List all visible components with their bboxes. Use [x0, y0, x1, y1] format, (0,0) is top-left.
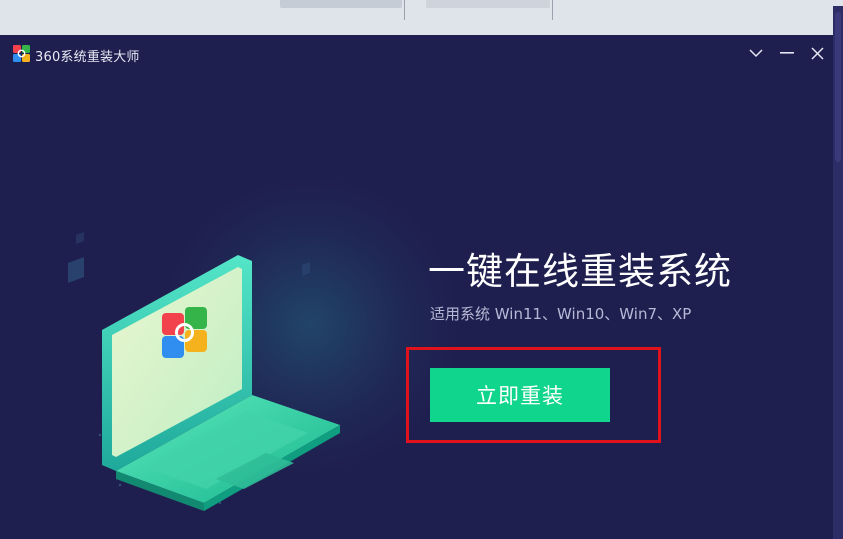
close-icon — [810, 46, 824, 60]
app-window: 360系统重装大师 一键在线重装系统 适用系统 Win11、Win10、Win7… — [0, 35, 833, 539]
scrollbar-thumb — [835, 12, 841, 162]
chevron-down-icon — [749, 48, 763, 57]
laptop-icon — [68, 232, 340, 511]
background-tab — [426, 0, 550, 8]
background-window-strip — [0, 0, 843, 35]
dropdown-button[interactable] — [744, 41, 768, 65]
window-title: 360系统重装大师 — [35, 50, 140, 65]
divider — [552, 0, 553, 20]
annotation-highlight-box — [406, 347, 661, 443]
title-bar[interactable]: 360系统重装大师 — [0, 35, 833, 73]
divider — [404, 0, 405, 20]
page-title: 一键在线重装系统 — [428, 250, 732, 293]
app-logo-icon — [13, 45, 30, 62]
background-scrollbar — [833, 6, 843, 539]
laptop-illustration — [40, 175, 460, 525]
minimize-button[interactable] — [775, 41, 799, 65]
minimize-icon — [780, 52, 794, 54]
close-button[interactable] — [805, 41, 829, 65]
supported-systems-text: 适用系统 Win11、Win10、Win7、XP — [430, 305, 692, 323]
background-tab — [280, 0, 402, 8]
